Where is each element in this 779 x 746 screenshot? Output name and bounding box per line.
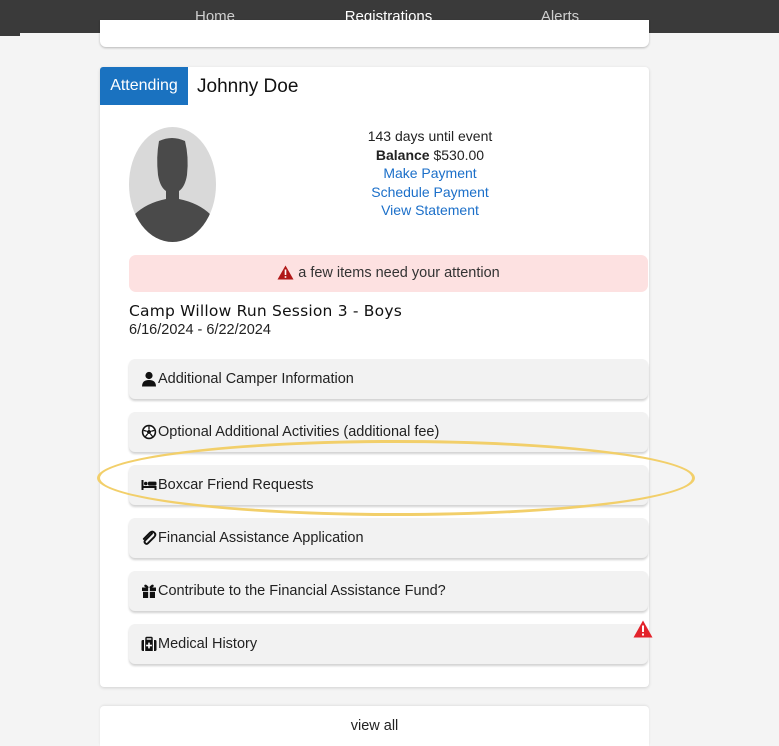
warning-triangle-icon [277, 265, 294, 280]
item-medical-history[interactable]: Medical History [129, 624, 648, 664]
attention-alert[interactable]: a few items need your attention [129, 255, 648, 292]
schedule-payment-link[interactable]: Schedule Payment [330, 183, 530, 202]
view-statement-link[interactable]: View Statement [330, 201, 530, 220]
medical-kit-icon [141, 636, 157, 651]
item-contribute-financial-assistance-fund[interactable]: Contribute to the Financial Assistance F… [129, 571, 648, 611]
make-payment-link[interactable]: Make Payment [330, 164, 530, 183]
balance-value: $530.00 [433, 146, 485, 163]
gift-icon [142, 584, 156, 598]
balance: Balance $530.00 [330, 146, 530, 165]
item-label: Boxcar Friend Requests [158, 477, 314, 493]
item-label: Medical History [158, 636, 258, 652]
session-dates: 6/16/2024 - 6/22/2024 [129, 322, 271, 338]
item-label: Optional Additional Activities (addition… [158, 424, 440, 440]
avatar-silhouette-icon [129, 138, 216, 242]
user-icon [142, 371, 156, 387]
status-badge: Attending [100, 67, 188, 105]
avatar [129, 127, 216, 242]
nav-edge [0, 33, 20, 36]
view-all-button[interactable]: view all [100, 706, 649, 746]
days-until-event: 143 days until event [367, 128, 493, 144]
item-label: Additional Camper Information [158, 371, 354, 387]
camper-name: Johnny Doe [197, 76, 299, 97]
item-label: Contribute to the Financial Assistance F… [158, 583, 446, 599]
item-label: Financial Assistance Application [158, 530, 364, 546]
session-title: Camp Willow Run Session 3 - Boys [129, 302, 402, 320]
alert-text: a few items need your attention [298, 265, 500, 281]
paperclip-icon [142, 530, 157, 545]
item-boxcar-friend-requests[interactable]: Boxcar Friend Requests [129, 465, 648, 505]
previous-card [100, 20, 649, 47]
item-additional-camper-information[interactable]: Additional Camper Information [129, 359, 648, 399]
balance-label: Balance [375, 146, 430, 163]
registration-info: 143 days until event Balance $530.00 Mak… [330, 127, 530, 220]
item-financial-assistance-application[interactable]: Financial Assistance Application [129, 518, 648, 558]
item-optional-activities[interactable]: Optional Additional Activities (addition… [129, 412, 648, 452]
warning-triangle-icon [633, 620, 653, 638]
soccer-ball-icon [141, 424, 157, 440]
bed-icon [141, 480, 157, 490]
